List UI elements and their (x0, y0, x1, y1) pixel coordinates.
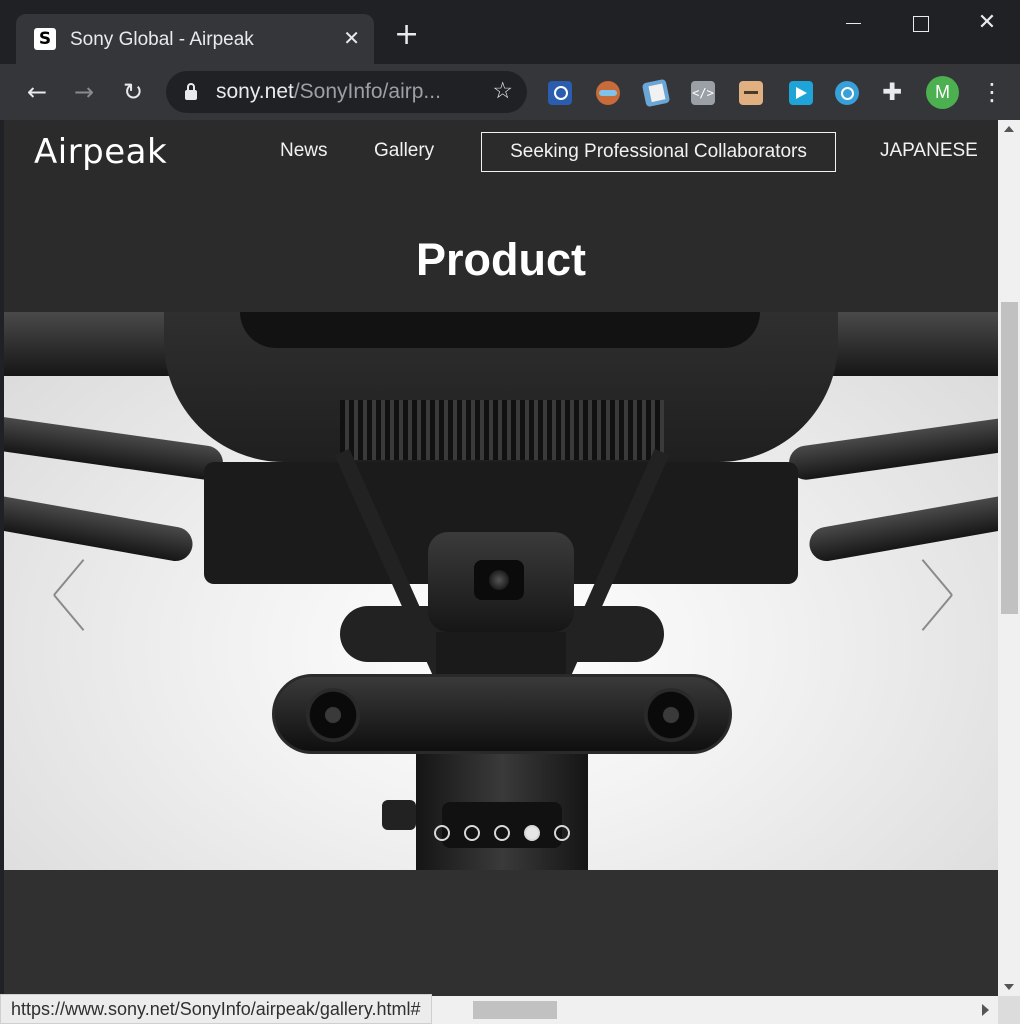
forward-arrow-icon[interactable]: → (68, 76, 100, 108)
chevron-left-icon (52, 560, 92, 630)
carousel-dot[interactable] (524, 825, 540, 841)
drone-sensor (644, 688, 698, 742)
box-extension-icon[interactable] (739, 81, 763, 105)
url-host: sony.net (216, 80, 294, 103)
reload-icon[interactable]: ↻ (117, 76, 149, 108)
new-tab-button[interactable]: + (394, 20, 419, 50)
nav-japanese-link[interactable]: JAPANESE (880, 140, 978, 162)
browser-toolbar: ← → ↻ sony.net/SonyInfo/airp... ☆ </> ✚ … (0, 64, 1020, 120)
browser-tab[interactable]: S Sony Global - Airpeak ✕ (16, 14, 374, 64)
notes-extension-icon[interactable] (641, 78, 671, 108)
carousel-pagination (434, 825, 574, 843)
tab-title: Sony Global - Airpeak (70, 29, 254, 50)
chevron-right-icon (912, 560, 952, 630)
product-carousel (4, 312, 998, 870)
drone-knob (382, 800, 416, 830)
bookmark-star-icon[interactable]: ☆ (492, 78, 513, 104)
drone-arm (4, 412, 226, 482)
share-extension-icon[interactable] (789, 81, 813, 105)
lock-icon[interactable] (185, 83, 197, 100)
url-text[interactable]: sony.net/SonyInfo/airp... (216, 80, 441, 104)
code-extension-icon[interactable]: </> (691, 81, 715, 105)
status-bar-url: https://www.sony.net/SonyInfo/airpeak/ga… (0, 994, 432, 1024)
horizontal-scroll-thumb[interactable] (473, 1001, 557, 1019)
scrollbar-corner (998, 996, 1020, 1024)
site-header: Airpeak News Gallery Seeking Professiona… (4, 120, 998, 182)
drone-camera-lens (474, 560, 524, 600)
drone-arm (786, 412, 998, 482)
tab-close-icon[interactable]: ✕ (343, 26, 360, 50)
drone-sensor (306, 688, 360, 742)
carousel-next-arrow-icon[interactable] (912, 560, 952, 630)
sony-favicon-icon: S (34, 28, 56, 50)
carousel-dot[interactable] (554, 825, 570, 841)
drone-arm (4, 490, 196, 564)
lookup-extension-icon[interactable] (835, 81, 859, 105)
page-viewport: Airpeak News Gallery Seeking Professiona… (4, 120, 998, 996)
nav-news-link[interactable]: News (280, 140, 328, 162)
address-bar[interactable]: sony.net/SonyInfo/airp... ☆ (166, 71, 527, 113)
search-extension-icon[interactable] (548, 81, 572, 105)
vertical-scrollbar[interactable] (998, 120, 1020, 996)
extensions-puzzle-icon[interactable]: ✚ (882, 78, 902, 106)
scroll-down-arrow-icon[interactable] (1004, 984, 1014, 990)
maximize-button[interactable] (897, 8, 943, 40)
back-arrow-icon[interactable]: ← (21, 76, 53, 108)
drone-vent (340, 400, 664, 460)
minimize-button[interactable] (830, 8, 876, 40)
carousel-prev-arrow-icon[interactable] (52, 560, 92, 630)
carousel-dot[interactable] (464, 825, 480, 841)
browser-menu-icon[interactable]: ⋮ (980, 76, 1004, 108)
drone-arm (806, 490, 998, 564)
owl-extension-icon[interactable] (596, 81, 620, 105)
section-below (4, 870, 998, 996)
carousel-dot[interactable] (494, 825, 510, 841)
vertical-scroll-thumb[interactable] (1001, 302, 1018, 614)
window-close-button[interactable]: ✕ (964, 8, 1010, 40)
nav-collaborators-button[interactable]: Seeking Professional Collaborators (481, 132, 836, 172)
browser-title-bar: S Sony Global - Airpeak ✕ + ✕ (0, 0, 1020, 64)
url-path: /SonyInfo/airp... (293, 80, 441, 103)
profile-avatar[interactable]: M (926, 76, 959, 109)
nav-gallery-link[interactable]: Gallery (374, 140, 434, 162)
page-title: Product (415, 234, 586, 285)
drone-top-plate (240, 312, 760, 348)
scroll-right-arrow-icon[interactable] (982, 1004, 989, 1016)
carousel-dot[interactable] (434, 825, 450, 841)
scroll-up-arrow-icon[interactable] (1004, 126, 1014, 132)
airpeak-logo[interactable]: Airpeak (34, 132, 167, 172)
